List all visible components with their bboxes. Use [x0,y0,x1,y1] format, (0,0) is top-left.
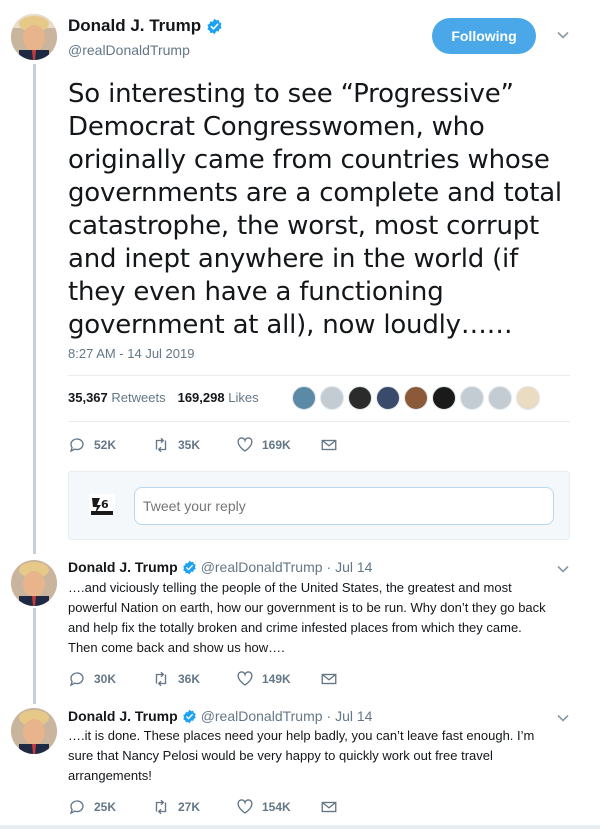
chevron-down-icon[interactable] [556,562,570,579]
svg-text:6: 6 [101,498,109,511]
following-button[interactable]: Following [432,18,536,54]
avatar[interactable] [11,708,57,754]
retweet-icon [155,437,167,453]
thread-line [33,64,36,554]
message-icon [321,801,337,813]
author-name[interactable]: Donald J. Trump [68,708,178,724]
reply-count: 52K [94,438,117,452]
like-count: 154K [262,800,291,814]
liker-avatar[interactable] [348,386,372,410]
reply-count: 30K [94,672,117,686]
liker-avatar[interactable] [376,386,400,410]
tweet-actions: 30K 36K 149K [68,670,404,688]
reply-composer: 6 [68,471,570,540]
retweets-stat[interactable]: 35,367 Retweets [68,390,166,405]
reply-icon [69,800,84,815]
like-count: 149K [262,672,291,686]
reply-count: 25K [94,800,117,814]
liker-avatar[interactable] [432,386,456,410]
message-icon [321,439,337,451]
tweet-timestamp[interactable]: 8:27 AM - 14 Jul 2019 [68,346,194,361]
reply-action[interactable]: 30K [68,670,152,688]
message-action[interactable] [320,436,404,454]
author-name-text: Donald J. Trump [68,16,202,35]
divider [68,421,570,422]
like-action[interactable]: 149K [236,670,320,688]
retweet-icon [155,799,167,815]
verified-icon [182,560,196,574]
retweet-count: 27K [178,800,201,814]
message-action[interactable] [320,670,404,688]
retweet-action[interactable]: 36K [152,670,236,688]
reply-input[interactable] [134,487,554,525]
tweet-date[interactable]: · Jul 14 [327,559,373,575]
likes-stat[interactable]: 169,298 Likes [178,390,259,405]
tweet-text: ….and viciously telling the people of th… [68,580,546,655]
chevron-down-icon[interactable] [556,28,570,45]
avatar[interactable] [11,560,57,606]
thread-line [33,608,36,704]
retweet-count: 35K [178,438,201,452]
tweet-text: So interesting to see “Progressive” Demo… [68,79,562,340]
liker-avatar[interactable] [488,386,512,410]
reply-action[interactable]: 25K [68,798,152,816]
like-icon [237,799,253,814]
author-handle[interactable]: @realDonaldTrump [201,559,323,575]
author-handle[interactable]: @realDonaldTrump [201,708,323,724]
tweet-actions: 52K 35K 169K [68,436,404,454]
tweet-date[interactable]: · Jul 14 [327,708,373,724]
like-action[interactable]: 154K [236,798,320,816]
reply-action[interactable]: 52K [68,436,152,454]
liker-avatars [292,386,540,410]
liker-avatar[interactable] [460,386,484,410]
verified-icon [207,18,222,34]
author-name[interactable]: Donald J. Trump [68,16,223,36]
like-icon [237,671,253,686]
author-name[interactable]: Donald J. Trump [68,559,178,575]
reply-icon [69,672,84,687]
retweets-label: Retweets [111,390,166,405]
message-action[interactable] [320,798,404,816]
avatar[interactable] [11,14,57,60]
likes-label: Likes [228,390,259,405]
retweets-count: 35,367 [68,390,108,405]
tweet-text: ….it is done. These places need your hel… [68,728,535,783]
divider [0,825,600,829]
liker-avatar[interactable] [320,386,344,410]
like-action[interactable]: 169K [236,436,320,454]
like-count: 169K [262,438,291,452]
liker-avatar[interactable] [404,386,428,410]
reply-header: Donald J. Trump @realDonaldTrump · Jul 1… [68,559,372,575]
user-logo-icon[interactable]: 6 [89,494,115,516]
verified-icon [182,709,196,723]
divider [68,375,570,376]
tweet-actions: 25K 27K 154K [68,798,404,816]
retweet-icon [155,671,167,687]
retweet-count: 36K [178,672,201,686]
retweet-action[interactable]: 35K [152,436,236,454]
retweet-action[interactable]: 27K [152,798,236,816]
chevron-down-icon[interactable] [556,711,570,728]
liker-avatar[interactable] [292,386,316,410]
like-icon [237,437,253,452]
likes-count: 169,298 [177,390,225,405]
reply-header: Donald J. Trump @realDonaldTrump · Jul 1… [68,708,372,724]
reply-icon [69,438,84,453]
message-icon [321,673,337,685]
liker-avatar[interactable] [516,386,540,410]
author-handle[interactable]: @realDonaldTrump [68,42,190,58]
tweet-stats: 35,367 Retweets 169,298 Likes [68,390,259,405]
